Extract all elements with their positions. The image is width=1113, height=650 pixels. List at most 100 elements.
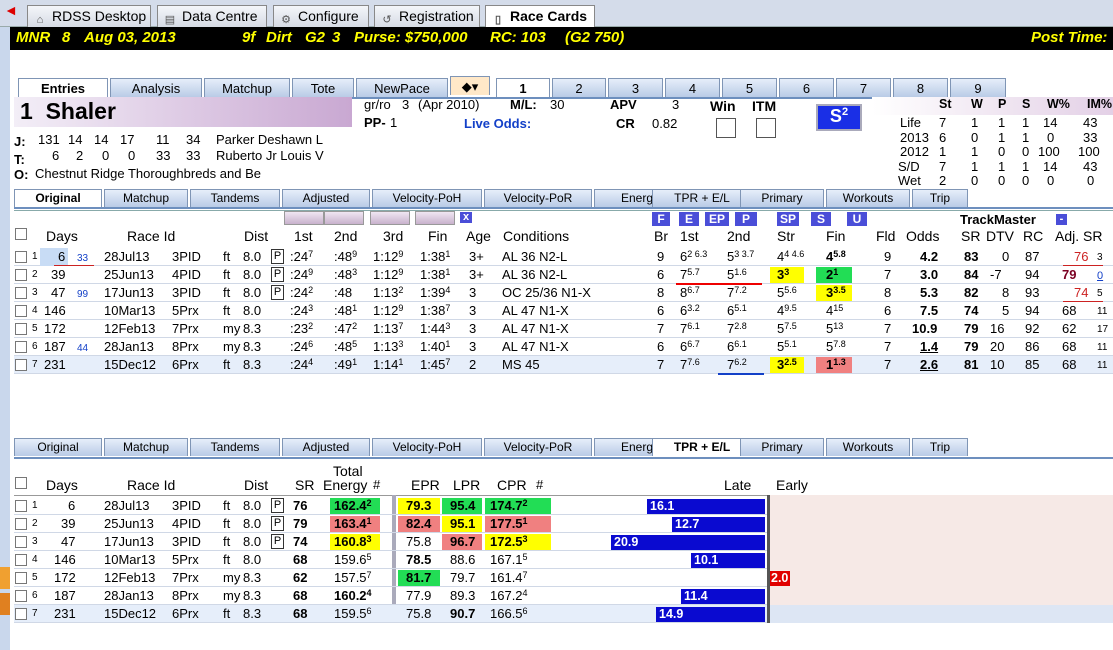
clear-filter-button[interactable]: x — [459, 211, 473, 224]
row-checkbox[interactable] — [15, 269, 27, 281]
row-divider — [14, 337, 1113, 338]
row-checkbox[interactable] — [15, 341, 27, 353]
app-tab-registration[interactable]: ↺ Registration — [374, 5, 480, 27]
lpr: 79.7 — [450, 570, 476, 585]
tab-entries[interactable]: Entries — [18, 78, 108, 98]
horse-tab-3[interactable]: 3 — [608, 78, 663, 97]
race-rating-class: RC: 103 — [490, 29, 546, 46]
stretch-position: 32.5 — [777, 357, 797, 372]
row-checkbox[interactable] — [15, 287, 27, 299]
horse-tab-6[interactable]: 6 — [779, 78, 834, 97]
pp-tab-tandems[interactable]: Tandems — [190, 189, 280, 207]
horse-tab-4[interactable]: 4 — [665, 78, 720, 97]
collapse-button[interactable]: - — [1055, 213, 1068, 226]
itm-checkbox[interactable] — [756, 118, 776, 138]
break: 6 — [657, 267, 665, 282]
pace-filter-button-f[interactable]: F — [651, 211, 671, 227]
row-checkbox[interactable] — [15, 590, 27, 602]
row-checkbox[interactable] — [15, 305, 27, 317]
fraction-filter-button[interactable] — [415, 211, 455, 225]
pp-tab-tpr-e-l[interactable]: TPR + E/L — [652, 189, 752, 207]
first-call-superscript: 2 — [308, 285, 314, 295]
pp-tab-velocity-poh[interactable]: Velocity-PoH — [372, 438, 482, 456]
pace-dropdown-icon[interactable]: ◆▾ — [450, 76, 490, 95]
speed-badge-button[interactable]: S2 — [816, 104, 862, 131]
cpr: 172.53 — [490, 534, 528, 549]
pp-tab-adjusted[interactable]: Adjusted — [282, 189, 370, 207]
pace-filter-button-p[interactable]: P — [734, 211, 758, 227]
late-bar: 11.4 — [681, 589, 765, 604]
jockey-stat: 14 — [68, 132, 83, 147]
win-checkbox[interactable] — [716, 118, 736, 138]
pace-filter-button-sp[interactable]: SP — [776, 211, 800, 227]
horse-tab-8[interactable]: 8 — [893, 78, 948, 97]
days-since: 231 — [54, 606, 76, 621]
pp-tab-original[interactable]: Original — [14, 438, 102, 456]
pp-tab-label: TPR + E/L — [674, 191, 730, 205]
second-call-value: :48 — [334, 285, 353, 300]
pp-tab-matchup[interactable]: Matchup — [104, 189, 188, 207]
pp-tab-primary[interactable]: Primary — [740, 438, 824, 456]
pace-filter-button-ep[interactable]: EP — [704, 211, 730, 227]
select-all-checkbox[interactable] — [15, 477, 27, 489]
record-label: Wet — [898, 173, 921, 189]
pp-tab-workouts[interactable]: Workouts — [826, 189, 910, 207]
pp-tab-primary[interactable]: Primary — [740, 189, 824, 207]
app-tab-rdss-desktop[interactable]: ⌂ RDSS Desktop — [27, 5, 151, 27]
tab-matchup[interactable]: Matchup — [204, 78, 290, 97]
select-all-checkbox[interactable] — [15, 228, 27, 240]
app-tab-configure[interactable]: ⚙ Configure — [273, 5, 369, 27]
column-header-adjsr: Adj. SR — [1055, 228, 1103, 244]
tab-analysis[interactable]: Analysis — [110, 78, 202, 97]
pace-filter-button-e[interactable]: E — [678, 211, 700, 227]
horse-tab-5[interactable]: 5 — [722, 78, 777, 97]
app-tab-data-centre[interactable]: ▤ Data Centre — [157, 5, 267, 27]
horse-tab-1[interactable]: 1 — [496, 78, 550, 97]
pace-filter-button-s[interactable]: S — [810, 211, 832, 227]
row-checkbox[interactable] — [15, 323, 27, 335]
cr-value: 0.82 — [652, 116, 678, 131]
pp-tab-velocity-por[interactable]: Velocity-PoR — [484, 189, 592, 207]
fraction-filter-button[interactable] — [284, 211, 324, 225]
surface: ft — [223, 534, 231, 549]
final-time-value: 1:38 — [420, 267, 446, 282]
row-checkbox[interactable] — [15, 500, 27, 512]
pp-tab-tandems[interactable]: Tandems — [190, 438, 280, 456]
row-checkbox[interactable] — [15, 518, 27, 530]
back-arrow-icon[interactable]: ◄ — [4, 3, 22, 18]
first-call-superscript: 2 — [308, 321, 314, 331]
tab-newpace[interactable]: NewPace — [356, 78, 448, 97]
app-tab-race-cards[interactable]: ▯ Race Cards — [485, 5, 595, 28]
row-checkbox[interactable] — [15, 608, 27, 620]
pp-tab-velocity-poh[interactable]: Velocity-PoH — [372, 189, 482, 207]
tab-tote[interactable]: Tote — [292, 78, 354, 97]
pp-tab-adjusted[interactable]: Adjusted — [282, 438, 370, 456]
row-checkbox[interactable] — [15, 536, 27, 548]
trainer-name: Ruberto Jr Louis V — [216, 148, 324, 163]
horse-tab-7[interactable]: 7 — [836, 78, 891, 97]
row-checkbox[interactable] — [15, 572, 27, 584]
pp-tab-velocity-por[interactable]: Velocity-PoR — [484, 438, 592, 456]
horse-tab-2[interactable]: 2 — [552, 78, 606, 97]
pp-tab-tpr-e-l[interactable]: TPR + E/L — [652, 438, 752, 456]
days-since: 39 — [61, 516, 76, 531]
pp-tab-matchup[interactable]: Matchup — [104, 438, 188, 456]
pace-filter-button-u[interactable]: U — [846, 211, 868, 227]
horse-tab-9[interactable]: 9 — [950, 78, 1006, 97]
pp-tab-original[interactable]: Original — [14, 189, 102, 207]
pp-tab-label: Primary — [761, 440, 803, 454]
row-checkbox[interactable] — [15, 554, 27, 566]
column-header-p2: 2nd — [727, 228, 751, 244]
lpr: 95.1 — [450, 516, 476, 531]
third-call: 1:129 — [373, 249, 403, 264]
row-checkbox[interactable] — [15, 359, 27, 371]
pp-tab-trip[interactable]: Trip — [912, 438, 968, 456]
stretch-position: 55.1 — [777, 339, 797, 354]
pp-tab-workouts[interactable]: Workouts — [826, 438, 910, 456]
fraction-filter-button[interactable] — [324, 211, 364, 225]
race-date: 17Jun13 — [104, 285, 154, 300]
total-energy-value: 159.5 — [334, 606, 367, 621]
pp-tab-trip[interactable]: Trip — [912, 189, 968, 207]
fraction-filter-button[interactable] — [370, 211, 410, 225]
row-checkbox[interactable] — [15, 251, 27, 263]
